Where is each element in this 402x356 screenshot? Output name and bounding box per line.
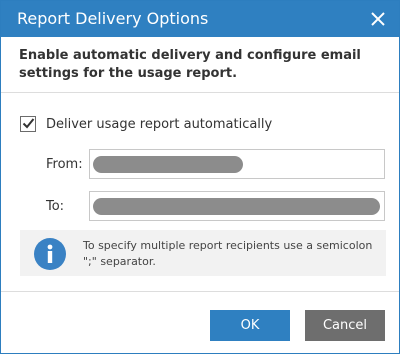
footer-divider [1, 291, 399, 292]
dialog-heading: Enable automatic delivery and configure … [19, 48, 361, 81]
header-divider [1, 92, 399, 93]
from-label: From: [46, 157, 83, 172]
info-icon [34, 238, 66, 270]
close-icon [371, 12, 385, 26]
redacted-value [93, 156, 243, 173]
cancel-button[interactable]: Cancel [305, 310, 385, 341]
dialog-title: Report Delivery Options [17, 9, 209, 28]
info-text: To specify multiple report recipients us… [83, 239, 373, 268]
to-field[interactable] [89, 191, 385, 221]
close-button[interactable] [365, 6, 391, 32]
dialog-titlebar: Report Delivery Options [1, 1, 399, 37]
info-note: To specify multiple report recipients us… [20, 230, 386, 276]
check-icon [22, 118, 35, 129]
ok-button[interactable]: OK [210, 310, 290, 341]
to-label: To: [46, 199, 65, 214]
auto-delivery-label[interactable]: Deliver usage report automatically [46, 117, 272, 132]
auto-delivery-checkbox[interactable] [20, 116, 36, 132]
redacted-value [93, 198, 380, 215]
report-delivery-dialog: Report Delivery Options Enable automatic… [0, 0, 400, 354]
from-field[interactable] [89, 149, 385, 179]
